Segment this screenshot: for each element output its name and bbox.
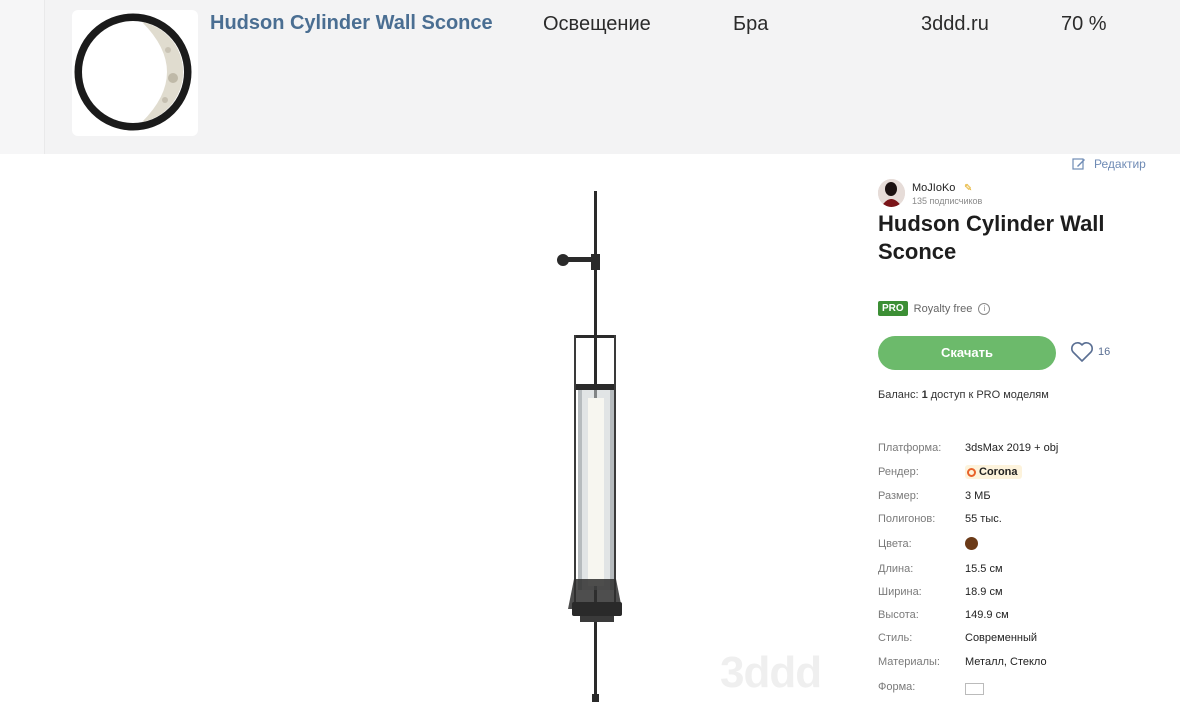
spec-label: Стиль: [878, 632, 913, 644]
spec-label: Ширина: [878, 586, 922, 598]
download-button[interactable]: Скачать [878, 336, 1056, 370]
spec-value: 15.5 см [965, 563, 1003, 575]
result-category: Освещение [543, 13, 651, 35]
spec-value: 149.9 см [965, 609, 1009, 621]
license-row: PRO Royalty free i [878, 301, 991, 316]
corona-icon [967, 467, 976, 477]
spec-label: Полигонов: [878, 513, 936, 525]
license-text: Royalty free [913, 302, 973, 315]
author-avatar-icon [878, 179, 905, 207]
spec-value[interactable]: Современный [965, 632, 1037, 644]
spec-value: 55 тыс. [965, 513, 1002, 525]
shape-rectangle-icon[interactable] [965, 683, 984, 695]
search-result-row[interactable]: Hudson Cylinder Wall Sconce Освещение Бр… [0, 0, 1180, 154]
result-subcategory: Бра [733, 13, 769, 35]
edit-icon [1072, 158, 1085, 170]
spec-label: Размер: [878, 490, 919, 502]
spec-value [965, 537, 978, 553]
author-name[interactable]: MoJIoKo [912, 182, 955, 194]
color-swatch[interactable] [965, 537, 978, 550]
balance-count: 1 [921, 389, 928, 401]
wall-sconce-render-icon [557, 191, 622, 702]
spec-label: Форма: [878, 681, 916, 693]
like-count: 16 [1098, 346, 1111, 358]
spec-label: Платформа: [878, 442, 942, 454]
spec-value: 18.9 см [965, 586, 1003, 598]
spec-value[interactable]: Corona [965, 465, 1022, 480]
like-button[interactable]: 16 [1070, 341, 1110, 363]
spec-label: Длина: [878, 563, 914, 575]
spec-value [965, 681, 984, 698]
spec-label: Цвета: [878, 538, 912, 550]
author-badge-icon: ✎ [964, 183, 973, 194]
spec-value[interactable]: Металл, Стекло [965, 656, 1047, 668]
spec-label: Рендер: [878, 466, 919, 478]
corona-tag[interactable]: Corona [965, 465, 1022, 479]
result-match-percent: 70 % [1061, 13, 1107, 35]
spec-value: 3dsMax 2019 + obj [965, 442, 1059, 454]
author-subscribers: 135 подписчиков [912, 196, 983, 206]
edit-label: Редактир [1094, 157, 1146, 171]
balance-text: Баланс: 1 доступ к PRO моделям [878, 389, 1049, 401]
balance-suffix: доступ к PRO моделям [930, 389, 1049, 401]
product-preview-image[interactable] [0, 154, 860, 702]
watermark: 3ddd [720, 648, 822, 697]
pro-badge: PRO [878, 301, 908, 316]
spec-value: 3 МБ [965, 490, 991, 502]
info-icon[interactable]: i [978, 302, 991, 315]
result-source: 3ddd.ru [921, 13, 989, 35]
moon-sconce-thumbnail-icon [74, 13, 192, 131]
corona-label: Corona [979, 466, 1018, 478]
result-title-link[interactable]: Hudson Cylinder Wall Sconce [210, 12, 493, 35]
spec-label: Высота: [878, 609, 919, 621]
heart-icon [1071, 342, 1093, 362]
spec-label: Материалы: [878, 656, 940, 668]
row-left-margin [0, 0, 45, 154]
product-title: Hudson Cylinder Wall Sconce [878, 211, 1105, 264]
avatar[interactable] [878, 179, 905, 207]
balance-prefix: Баланс: [878, 389, 919, 401]
result-thumbnail[interactable] [72, 10, 198, 136]
edit-link[interactable]: Редактир [1072, 157, 1146, 171]
